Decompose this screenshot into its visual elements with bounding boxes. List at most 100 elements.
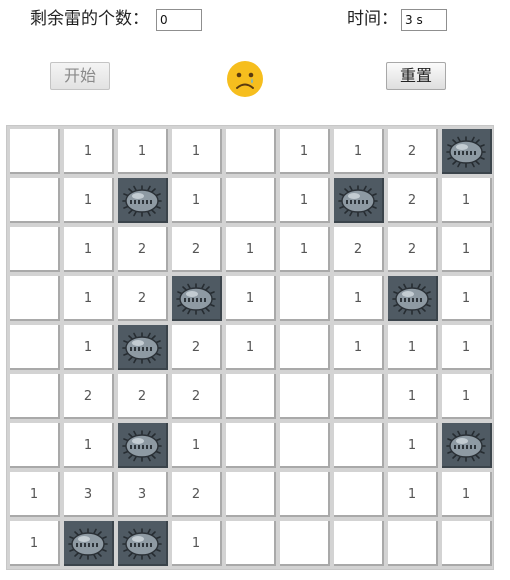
number-cell[interactable]: 1 [64,129,114,174]
mines-remaining-label: 剩余雷的个数： [30,9,149,29]
number-cell[interactable]: 1 [442,227,492,272]
number-cell[interactable]: 1 [280,227,330,272]
number-cell[interactable]: 2 [172,472,222,517]
number-cell[interactable]: 1 [442,374,492,419]
number-cell[interactable]: 1 [334,276,384,321]
mine-icon [443,428,489,464]
cell-number: 1 [29,536,39,551]
number-cell[interactable]: 1 [388,472,438,517]
mine-cell[interactable] [334,178,384,223]
number-cell[interactable]: 1 [442,325,492,370]
cell-number: 2 [137,242,147,257]
number-cell[interactable]: 1 [118,129,168,174]
mine-cell[interactable] [172,276,222,321]
empty-cell[interactable] [10,227,60,272]
cell-number: 2 [353,242,363,257]
number-cell[interactable]: 2 [172,374,222,419]
mine-cell[interactable] [64,521,114,566]
number-cell[interactable]: 1 [172,178,222,223]
empty-cell[interactable] [388,521,438,566]
mine-cell[interactable] [118,521,168,566]
number-cell[interactable]: 2 [388,129,438,174]
number-cell[interactable]: 1 [10,521,60,566]
empty-cell[interactable] [280,374,330,419]
empty-cell[interactable] [280,276,330,321]
cell-number: 2 [191,340,201,355]
start-button[interactable]: 开始 [50,62,110,90]
cell-number: 3 [83,487,93,502]
empty-cell[interactable] [334,521,384,566]
number-cell[interactable]: 2 [118,276,168,321]
mine-cell[interactable] [388,276,438,321]
cell-number: 1 [29,487,39,502]
number-cell[interactable]: 1 [64,276,114,321]
empty-cell[interactable] [334,472,384,517]
number-cell[interactable]: 1 [442,472,492,517]
cell-number: 1 [299,193,309,208]
number-cell[interactable]: 1 [64,178,114,223]
cell-number: 1 [191,193,201,208]
number-cell[interactable]: 2 [172,325,222,370]
empty-cell[interactable] [280,521,330,566]
number-cell[interactable]: 2 [388,227,438,272]
empty-cell[interactable] [280,325,330,370]
number-cell[interactable]: 1 [64,325,114,370]
mine-cell[interactable] [442,129,492,174]
mine-cell[interactable] [118,325,168,370]
empty-cell[interactable] [10,129,60,174]
number-cell[interactable]: 1 [442,276,492,321]
mines-remaining-field: 0 [156,9,202,31]
sad-face-icon[interactable] [226,60,264,98]
empty-cell[interactable] [10,374,60,419]
number-cell[interactable]: 3 [64,472,114,517]
mine-icon [173,281,219,317]
number-cell[interactable]: 1 [388,423,438,468]
number-cell[interactable]: 1 [388,325,438,370]
empty-cell[interactable] [10,178,60,223]
number-cell[interactable]: 1 [64,227,114,272]
cell-number: 2 [407,242,417,257]
number-cell[interactable]: 1 [280,129,330,174]
number-cell[interactable]: 1 [226,227,276,272]
empty-cell[interactable] [442,521,492,566]
number-cell[interactable]: 1 [226,325,276,370]
number-cell[interactable]: 2 [118,374,168,419]
empty-cell[interactable] [280,472,330,517]
number-cell[interactable]: 1 [442,178,492,223]
number-cell[interactable]: 1 [226,276,276,321]
cell-number: 1 [137,144,147,159]
number-cell[interactable]: 2 [64,374,114,419]
number-cell[interactable]: 1 [388,374,438,419]
empty-cell[interactable] [334,374,384,419]
empty-cell[interactable] [280,423,330,468]
empty-cell[interactable] [226,178,276,223]
number-cell[interactable]: 1 [172,521,222,566]
mine-cell[interactable] [118,423,168,468]
number-cell[interactable]: 2 [388,178,438,223]
number-cell[interactable]: 1 [172,129,222,174]
empty-cell[interactable] [226,423,276,468]
number-cell[interactable]: 2 [334,227,384,272]
reset-button[interactable]: 重置 [386,62,446,90]
empty-cell[interactable] [226,374,276,419]
empty-cell[interactable] [10,423,60,468]
number-cell[interactable]: 3 [118,472,168,517]
number-cell[interactable]: 1 [172,423,222,468]
empty-cell[interactable] [10,325,60,370]
empty-cell[interactable] [10,276,60,321]
number-cell[interactable]: 2 [172,227,222,272]
cell-number: 1 [353,144,363,159]
mine-cell[interactable] [118,178,168,223]
number-cell[interactable]: 1 [10,472,60,517]
empty-cell[interactable] [226,129,276,174]
empty-cell[interactable] [226,521,276,566]
number-cell[interactable]: 1 [64,423,114,468]
number-cell[interactable]: 1 [334,325,384,370]
mine-cell[interactable] [442,423,492,468]
number-cell[interactable]: 1 [334,129,384,174]
empty-cell[interactable] [334,423,384,468]
cell-number: 1 [191,438,201,453]
number-cell[interactable]: 1 [280,178,330,223]
empty-cell[interactable] [226,472,276,517]
number-cell[interactable]: 2 [118,227,168,272]
